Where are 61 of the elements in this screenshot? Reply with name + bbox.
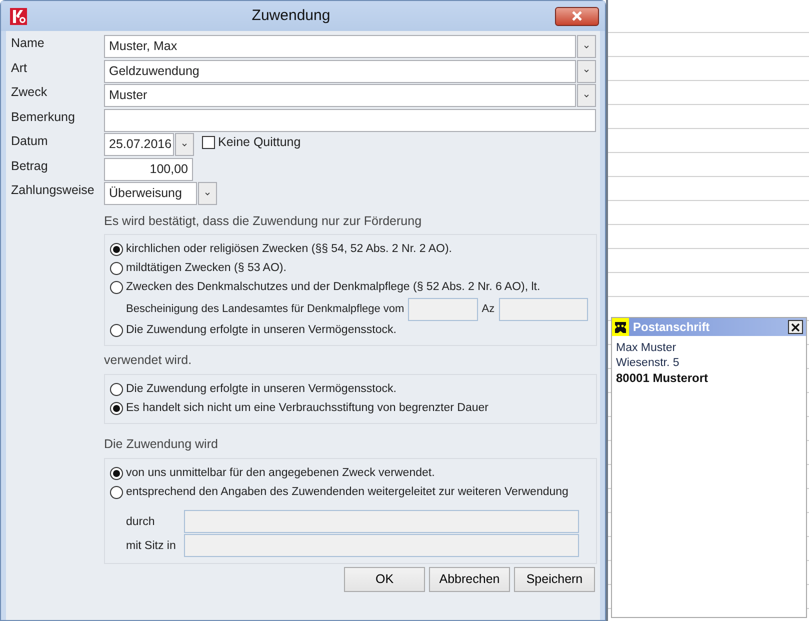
- field-label: Datum: [10, 134, 49, 149]
- section-heading: Es wird bestätigt, dass die Zuwendung nur zur Förderung: [104, 212, 423, 230]
- checkbox-label: Keine Quittung: [218, 134, 301, 151]
- amount-field[interactable]: 100,00: [104, 158, 193, 180]
- combo-field[interactable]: Überweisung: [104, 182, 197, 205]
- close-icon: [571, 11, 583, 21]
- radio-button[interactable]: [110, 486, 123, 499]
- combo-field[interactable]: Muster: [104, 84, 576, 107]
- field-label: Zahlungsweise: [10, 183, 96, 198]
- text-field[interactable]: [184, 534, 579, 557]
- section-heading: Die Zuwendung wird: [104, 436, 219, 453]
- close-button[interactable]: [555, 6, 599, 26]
- radio-button[interactable]: [110, 243, 123, 256]
- radio-label: entsprechend den Angaben des Zuwendenden weitergeleitet zur weiteren Verwendung: [126, 484, 568, 500]
- text-field[interactable]: [498, 298, 588, 321]
- radio-label: Es handelt sich nicht um eine Verbrauchsstiftung von begrenzter Dauer: [126, 400, 488, 416]
- dialog-button[interactable]: OK: [344, 567, 425, 592]
- field-label: Bemerkung: [10, 110, 76, 124]
- window-title: Zuwendung: [250, 6, 332, 26]
- caret-icon: [182, 142, 187, 148]
- field-label: durch: [126, 514, 156, 530]
- field-label: Bescheinigung des Landesamtes für Denkmalpflege vom: [126, 302, 404, 317]
- radio-button[interactable]: [110, 466, 123, 480]
- address-line: Max Muster: [616, 341, 678, 356]
- close-button[interactable]: [788, 320, 803, 334]
- radio-label: Die Zuwendung erfolgte in unseren Vermögensstock.: [126, 382, 396, 397]
- caret-icon: [584, 68, 589, 74]
- close-icon: [791, 322, 800, 332]
- radio-button[interactable]: [110, 383, 123, 396]
- field-label: Zweck: [10, 85, 48, 100]
- section-heading: verwendet wird.: [104, 352, 193, 370]
- text-field[interactable]: [104, 108, 596, 132]
- combo-field[interactable]: Geldzuwendung: [104, 60, 576, 82]
- field-label: Betrag: [10, 158, 49, 174]
- date-field[interactable]: 25.07.2016: [104, 133, 174, 156]
- combo-field[interactable]: Muster, Max: [104, 35, 576, 58]
- field-label: Az: [482, 302, 495, 317]
- field-label: Art: [10, 60, 28, 76]
- field-label: mit Sitz in: [126, 538, 177, 554]
- radio-button[interactable]: [110, 262, 123, 276]
- radio-label: von uns unmittelbar für den angegebenen Zweck verwendet.: [126, 466, 435, 481]
- address-line: Wiesenstr. 5: [616, 356, 680, 371]
- field-label: Name: [10, 36, 46, 51]
- caret-icon: [584, 92, 589, 98]
- radio-label: Die Zuwendung erfolgte in unseren Vermögensstock.: [126, 323, 396, 338]
- checkbox[interactable]: [202, 136, 215, 149]
- dialog-button[interactable]: Speichern: [514, 567, 595, 592]
- radio-label: kirchlichen oder religiösen Zwecken (§§ 54, 52 Abs. 2 Nr. 2 AO).: [126, 242, 452, 258]
- radio-label: Zwecken des Denkmalschutzes und der Denkmalpflege (§ 52 Abs. 2 Nr. 6 AO), lt.: [126, 280, 540, 296]
- panel-title: Postanschrift: [632, 319, 711, 336]
- radio-button[interactable]: [110, 402, 123, 415]
- caret-icon: [205, 190, 210, 196]
- app-logo-icon: [10, 8, 27, 24]
- radio-label: mildtätigen Zwecken (§ 53 AO).: [126, 261, 286, 276]
- text-field[interactable]: [184, 510, 579, 533]
- date-field[interactable]: [408, 298, 478, 321]
- radio-button[interactable]: [110, 281, 123, 294]
- caret-icon: [584, 44, 589, 50]
- radio-button[interactable]: [110, 324, 123, 338]
- dialog-button[interactable]: Abbrechen: [429, 567, 510, 592]
- address-line: 80001 Musterort: [616, 371, 710, 386]
